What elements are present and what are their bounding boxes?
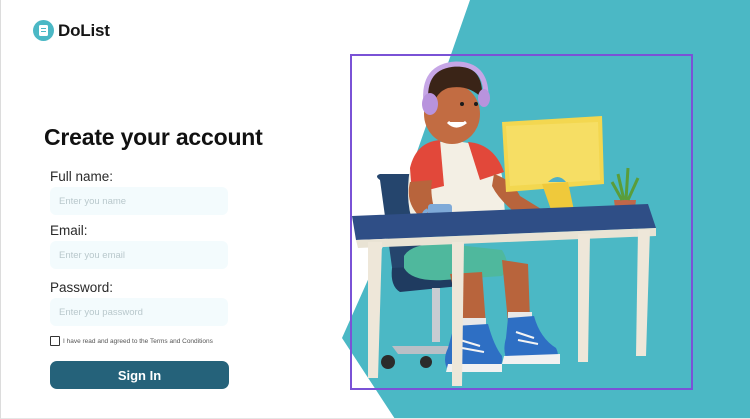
terms-row: I have read and agreed to the Terms and …	[50, 336, 213, 346]
illustration-frame	[350, 54, 693, 390]
brand-name: DoList	[58, 20, 110, 40]
brand-logo[interactable]: DoList	[33, 20, 110, 41]
terms-label[interactable]: I have read and agreed to the Terms and …	[63, 338, 213, 345]
email-input[interactable]	[50, 241, 228, 269]
password-label: Password:	[50, 280, 114, 295]
email-label: Email:	[50, 223, 88, 238]
notepad-icon	[33, 20, 54, 41]
full-name-input[interactable]	[50, 187, 228, 215]
password-input[interactable]	[50, 298, 228, 326]
terms-checkbox[interactable]	[50, 336, 60, 346]
page-title: Create your account	[44, 124, 263, 150]
full-name-label: Full name:	[50, 169, 114, 184]
sign-in-button[interactable]: Sign In	[50, 361, 229, 389]
